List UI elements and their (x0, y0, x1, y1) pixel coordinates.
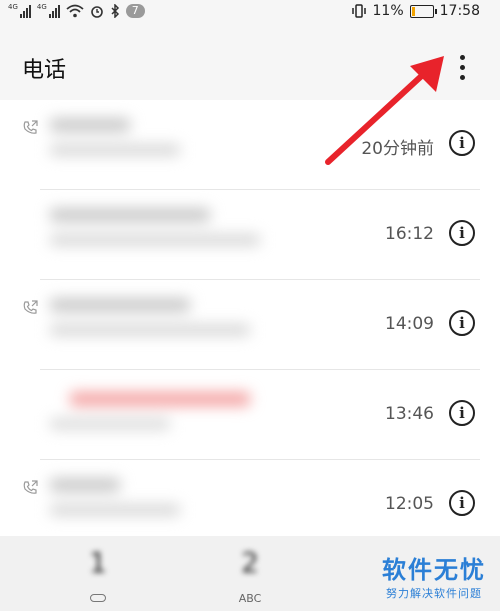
call-log-row[interactable]: 16:12 i (0, 190, 500, 280)
info-icon[interactable]: i (449, 310, 475, 336)
dialpad-key-2[interactable]: 2 ABC (210, 536, 290, 611)
call-time: 14:09 (385, 314, 434, 334)
contact-name-blurred (50, 298, 280, 358)
alarm-icon (90, 6, 103, 18)
contact-name-blurred (50, 478, 280, 538)
signal-label: 4G (8, 3, 18, 11)
signal-icon: 4G (37, 4, 60, 18)
status-bar: 4G 4G 7 11% 17:58 (0, 0, 500, 26)
battery-icon (409, 4, 437, 18)
watermark: 软件无忧 努力解决软件问题 (370, 550, 498, 601)
info-icon[interactable]: i (449, 400, 475, 426)
battery-percent: 11% (372, 3, 404, 19)
info-icon[interactable]: i (449, 130, 475, 156)
contact-name-blurred (50, 118, 280, 178)
contact-name-blurred (50, 208, 280, 268)
wifi-icon (66, 4, 84, 18)
call-time: 13:46 (385, 404, 434, 424)
key-digit: 1 (89, 546, 107, 579)
signal-label: 4G (36, 3, 47, 11)
signal-icon: 4G (8, 4, 31, 18)
contact-name-blurred (50, 388, 280, 448)
notification-badge: 7 (125, 4, 145, 18)
more-options-button[interactable] (448, 48, 476, 86)
page-title: 电话 (22, 58, 67, 83)
info-icon[interactable]: i (449, 220, 475, 246)
vibrate-icon (351, 4, 366, 18)
status-right: 11% 17:58 (351, 3, 480, 19)
more-vertical-icon (459, 54, 465, 60)
call-time: 12:05 (385, 494, 434, 514)
key-letters: ABC (238, 592, 262, 605)
annotation-arrow-icon (325, 56, 444, 165)
key-digit: 2 (241, 546, 259, 579)
dialpad-key-1[interactable]: 1 (58, 536, 138, 611)
outgoing-call-icon (23, 120, 38, 134)
voicemail-icon (90, 594, 106, 602)
info-icon[interactable]: i (449, 490, 475, 516)
watermark-subtitle: 努力解决软件问题 (386, 587, 482, 600)
watermark-title: 软件无忧 (382, 556, 486, 584)
status-left: 4G 4G 7 (8, 4, 145, 18)
bluetooth-icon (111, 4, 119, 18)
call-time: 16:12 (385, 224, 434, 244)
call-log-row[interactable]: 13:46 i (0, 370, 500, 460)
status-time: 17:58 (439, 3, 480, 19)
call-log-row[interactable]: 14:09 i (0, 280, 500, 370)
outgoing-call-icon (23, 480, 38, 494)
outgoing-call-icon (23, 300, 38, 314)
